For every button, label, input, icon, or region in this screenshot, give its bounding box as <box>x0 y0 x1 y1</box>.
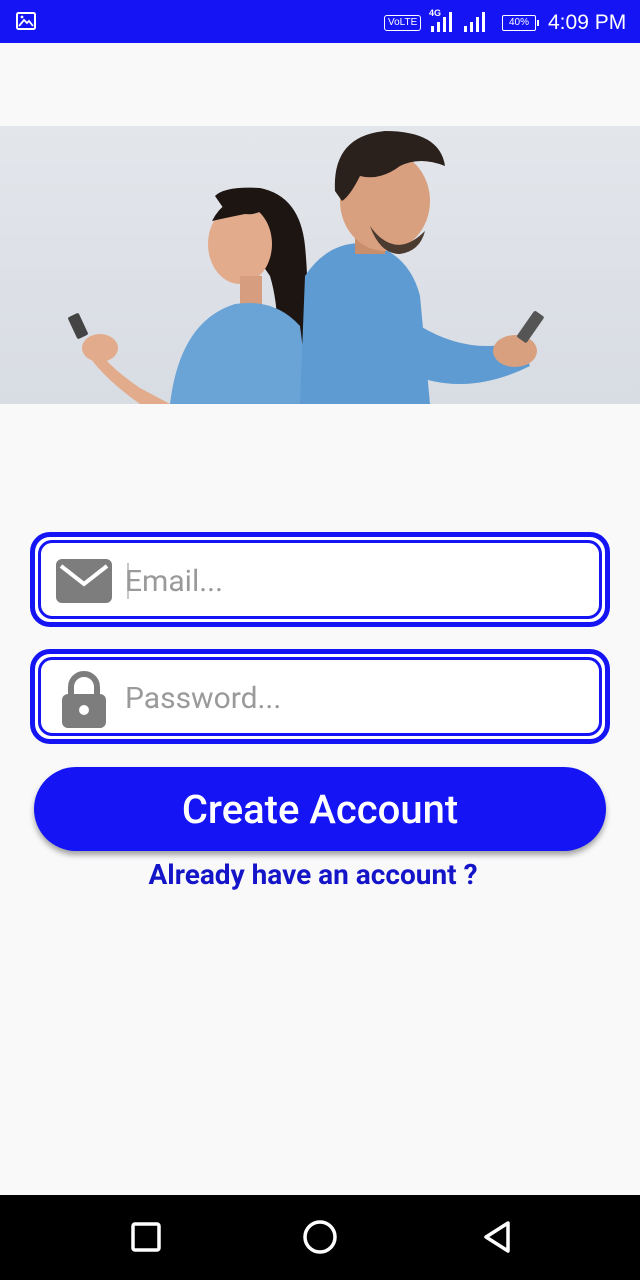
email-field[interactable] <box>30 532 610 627</box>
already-have-account-link[interactable]: Already have an account ? <box>0 858 626 891</box>
volte-indicator: VoLTE <box>384 15 422 31</box>
status-bar: VoLTE 4G 40% 4:09 PM <box>0 0 640 43</box>
password-input[interactable] <box>123 666 587 730</box>
lock-icon <box>62 671 106 728</box>
circle-icon[interactable] <box>298 1215 342 1259</box>
square-icon[interactable] <box>124 1215 168 1259</box>
clock: 4:09 PM <box>548 11 627 34</box>
navigation-bar <box>0 1195 640 1280</box>
password-field[interactable] <box>30 649 610 744</box>
hero-image <box>0 126 640 404</box>
create-account-button[interactable]: Create Account <box>34 767 606 851</box>
triangle-back-icon[interactable] <box>475 1215 519 1259</box>
envelope-icon <box>56 559 112 603</box>
email-input[interactable] <box>123 549 587 613</box>
gallery-notification-icon <box>16 12 36 30</box>
signal-strength-icon <box>464 12 485 32</box>
people-with-phones-illustration <box>68 131 544 404</box>
battery-icon: 40% <box>502 15 539 31</box>
signal-strength-icon <box>431 12 452 32</box>
